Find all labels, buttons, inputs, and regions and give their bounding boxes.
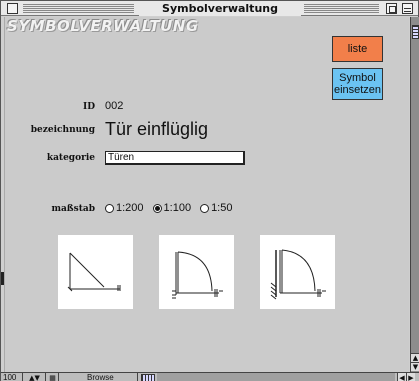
- scroll-up-arrow-icon[interactable]: ▲: [411, 353, 419, 362]
- collapse-box-icon[interactable]: [402, 3, 413, 14]
- door-symbol-1-100-icon[interactable]: [159, 235, 234, 309]
- door-symbol-1-50-icon[interactable]: [260, 235, 335, 309]
- zoom-box-icon[interactable]: [386, 3, 397, 14]
- window-title: Symbolverwaltung Sanitär: [139, 1, 301, 30]
- massstab-option-1-100[interactable]: 1:100: [152, 202, 192, 214]
- status-bar: 100 ▲▼ ▦ Browse ◀ ▶: [1, 372, 419, 381]
- bezeichnung-label: bezeichnung: [30, 125, 95, 135]
- title-bar-stripes: [23, 4, 134, 13]
- massstab-option-label: 1:100: [163, 202, 192, 214]
- massstab-option-1-200[interactable]: 1:200: [105, 202, 144, 214]
- massstab-label: maßstab: [51, 204, 95, 214]
- symbol-einsetzen-label-line1: Symbol: [339, 72, 376, 84]
- zoom-level[interactable]: 100: [3, 373, 23, 381]
- scroll-down-arrow-icon[interactable]: ▼: [411, 362, 419, 371]
- close-box-icon[interactable]: [7, 3, 18, 14]
- bezeichnung-value[interactable]: Tür einflüglig: [105, 119, 208, 140]
- horizontal-scroll-thumb[interactable]: [141, 374, 155, 381]
- id-label: ID: [82, 102, 95, 112]
- massstab-radio-group: 1:200 1:100 1:50: [105, 200, 241, 216]
- window-edge-marker: [1, 272, 4, 285]
- radio-button-icon[interactable]: [200, 203, 210, 213]
- symbol-einsetzen-button[interactable]: Symbol einsetzen: [332, 68, 383, 100]
- radio-button-icon[interactable]: [105, 203, 114, 213]
- title-bar[interactable]: Symbolverwaltung Sanitär: [1, 1, 418, 30]
- mode-label[interactable]: Browse: [62, 373, 138, 381]
- symbol-einsetzen-label-line2: einsetzen: [333, 84, 382, 96]
- app-window: Symbolverwaltung Sanitär SYMBOLVERWALTUN…: [0, 0, 419, 381]
- horizontal-scrollbar[interactable]: [157, 373, 395, 381]
- id-value[interactable]: 002: [105, 100, 123, 112]
- kategorie-field[interactable]: Türen: [105, 151, 245, 165]
- massstab-option-label: 1:200: [116, 202, 144, 214]
- status-area-toggle-icon[interactable]: ▦: [47, 373, 59, 381]
- scroll-thumb[interactable]: [412, 25, 419, 39]
- title-bar-stripes: [304, 4, 379, 13]
- vertical-scrollbar[interactable]: ▲ ▼: [410, 17, 419, 372]
- scroll-right-arrow-icon[interactable]: ▶: [406, 373, 415, 381]
- page-title: SYMBOLVERWALTUNG: [7, 17, 199, 35]
- door-symbol-1-200-icon[interactable]: [58, 235, 133, 309]
- kategorie-label: kategorie: [46, 153, 95, 163]
- massstab-option-label: 1:50: [211, 202, 233, 214]
- radio-button-selected-icon[interactable]: [152, 203, 162, 213]
- zoom-controls-icon[interactable]: ▲▼: [24, 373, 46, 381]
- liste-button[interactable]: liste: [332, 36, 383, 62]
- massstab-option-1-50[interactable]: 1:50: [200, 202, 232, 214]
- scroll-left-arrow-icon[interactable]: ◀: [397, 373, 406, 381]
